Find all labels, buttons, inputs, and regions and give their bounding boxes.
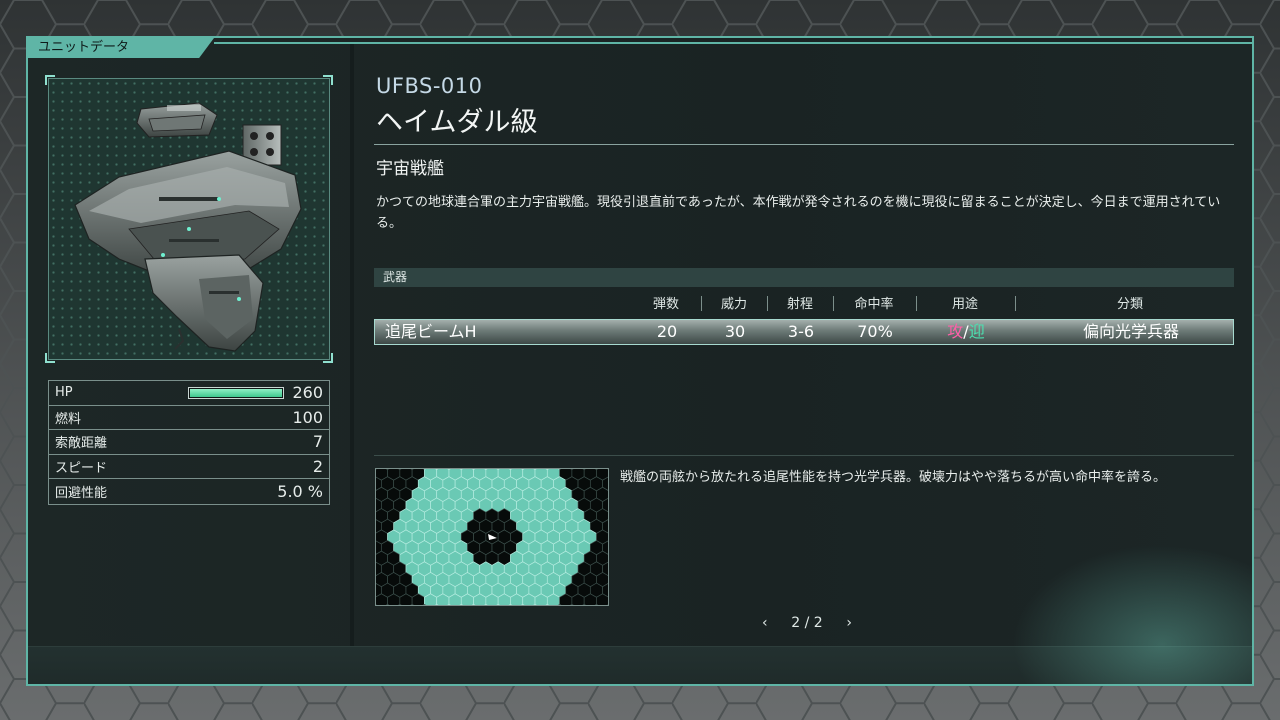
title-line xyxy=(214,42,1252,44)
stat-search-range: 索敵距離 7 xyxy=(49,430,329,455)
stats-table: HP 260 燃料 100 索敵距離 7 スピード 2 回避性能 5.0 % xyxy=(48,380,330,505)
page-indicator: 2 / 2 xyxy=(791,615,823,631)
weapon-power: 30 xyxy=(724,322,746,341)
unit-data-window: ユニットデータ HP 260 燃料 100 索敵距離 7 スピード 2 回避性能… xyxy=(26,36,1254,686)
unit-category: 宇宙戦艦 xyxy=(376,159,444,179)
column-separator xyxy=(1015,296,1016,311)
unit-name: ヘイムダル級 xyxy=(376,107,538,138)
col-power: 威力 xyxy=(720,297,747,312)
frame-corner xyxy=(323,75,333,85)
stat-label: HP xyxy=(55,385,73,401)
range-map xyxy=(375,468,609,606)
stat-speed: スピード 2 xyxy=(49,455,329,480)
weapon-ammo: 20 xyxy=(656,322,678,341)
use-attack: 攻 xyxy=(947,322,964,341)
stat-value: 100 xyxy=(292,407,323,427)
weapon-accuracy: 70% xyxy=(857,322,893,341)
col-accuracy: 命中率 xyxy=(854,297,894,312)
stat-value: 260 xyxy=(292,383,323,403)
divider xyxy=(374,144,1234,145)
weapon-name: 追尾ビームH xyxy=(385,322,477,341)
column-separator xyxy=(916,296,917,311)
weapon-use: 攻/迎 xyxy=(921,320,1011,344)
stat-label: スピード xyxy=(55,461,108,477)
corner-glow xyxy=(1012,544,1252,684)
hp-bar xyxy=(188,386,285,399)
weapon-range: 3-6 xyxy=(787,322,815,341)
stat-hp: HP 260 xyxy=(49,381,329,406)
stat-fuel: 燃料 100 xyxy=(49,406,329,431)
battleship-image xyxy=(74,102,302,352)
stat-value: 2 xyxy=(312,457,323,477)
stat-evasion: 回避性能 5.0 % xyxy=(49,479,329,504)
unit-image xyxy=(45,75,333,363)
window-title: ユニットデータ xyxy=(28,38,214,58)
stat-value: 5.0 % xyxy=(277,482,323,502)
use-intercept: 迎 xyxy=(968,322,985,341)
stat-label: 燃料 xyxy=(55,411,82,427)
chevron-right-icon[interactable]: › xyxy=(846,615,852,631)
divider xyxy=(374,455,1234,456)
stat-label: 回避性能 xyxy=(55,486,108,502)
col-use: 用途 xyxy=(951,297,978,312)
weapon-row-selected[interactable]: 追尾ビームH 20 30 3-6 70% 攻/迎 偏向光学兵器 xyxy=(374,319,1234,345)
frame-corner xyxy=(45,75,55,85)
panel-divider xyxy=(350,44,354,646)
unit-code: UFBS-010 xyxy=(376,74,483,98)
stat-value: 7 xyxy=(312,432,323,452)
frame-corner xyxy=(45,353,55,363)
col-range: 射程 xyxy=(786,297,813,312)
column-separator xyxy=(767,296,768,311)
weapons-header: 武器 xyxy=(374,268,1234,287)
col-ammo: 弾数 xyxy=(652,297,679,312)
col-type: 分類 xyxy=(1116,297,1143,312)
stat-label: 索敵距離 xyxy=(55,436,108,452)
weapon-type: 偏向光学兵器 xyxy=(1082,322,1179,341)
unit-description: かつての地球連合軍の主力宇宙戦艦。現役引退直前であったが、本作戦が発令されるのを… xyxy=(376,195,1221,231)
column-separator xyxy=(701,296,702,311)
column-separator xyxy=(833,296,834,311)
frame-corner xyxy=(323,353,333,363)
hp-bar-fill xyxy=(190,388,283,397)
pager: ‹ 2 / 2 › xyxy=(762,613,852,633)
chevron-left-icon[interactable]: ‹ xyxy=(762,615,768,631)
weapon-description: 戦艦の両舷から放たれる追尾性能を持つ光学兵器。破壊力はやや落ちるが高い命中率を誇… xyxy=(620,470,1167,485)
weapons-column-headers: 弾数 威力 射程 命中率 用途 分類 xyxy=(374,293,1234,313)
